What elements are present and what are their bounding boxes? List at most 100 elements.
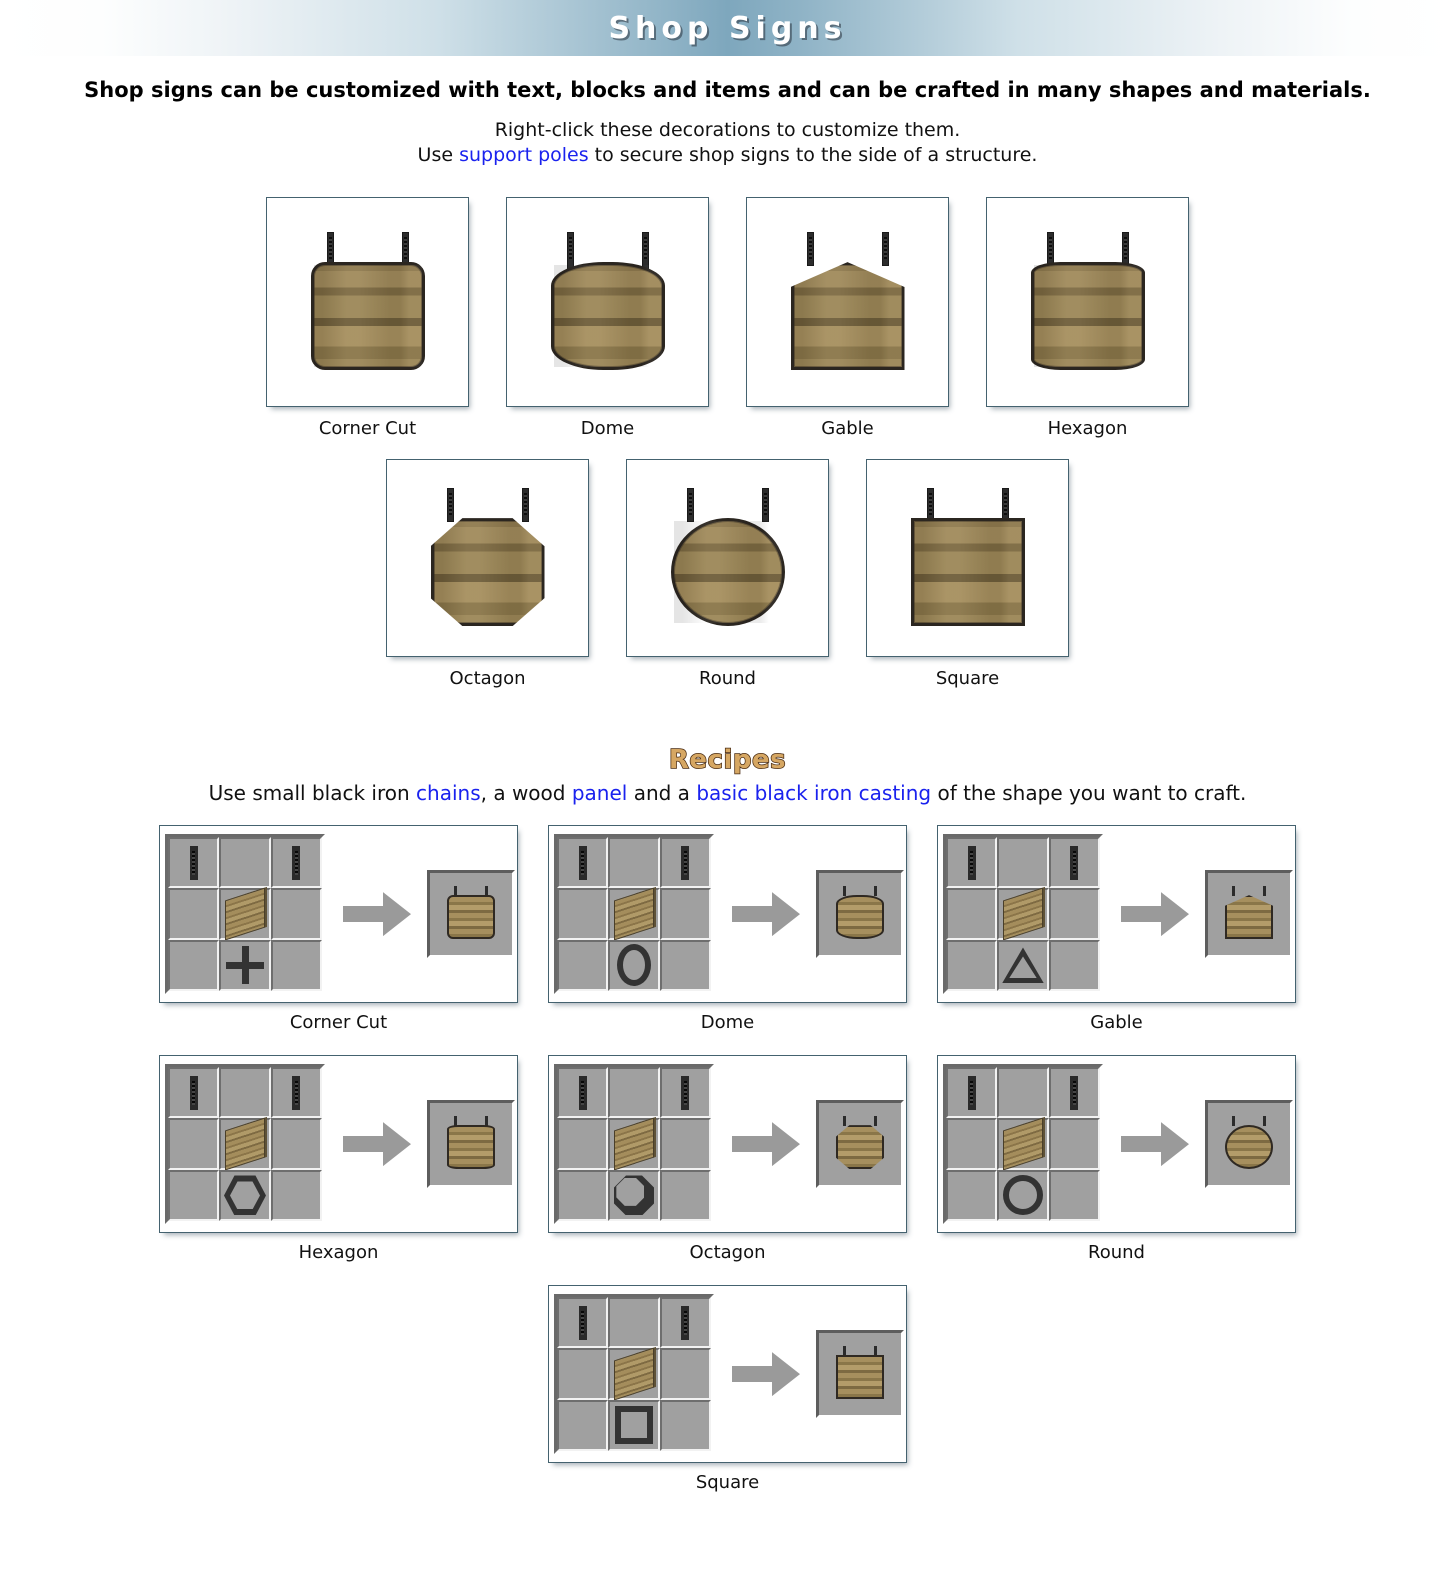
recipe-card-dome[interactable]: Dome bbox=[548, 825, 907, 1033]
grid-cell-2[interactable] bbox=[608, 1297, 660, 1349]
grid-cell-3[interactable] bbox=[1048, 1067, 1100, 1119]
sign-card-dome[interactable]: Dome bbox=[506, 197, 709, 439]
grid-cell-6[interactable] bbox=[270, 888, 322, 940]
grid-cell-6[interactable] bbox=[659, 1118, 711, 1170]
grid-cell-9[interactable] bbox=[270, 1169, 322, 1222]
recipe-result-slot[interactable] bbox=[1205, 870, 1293, 959]
grid-cell-6[interactable] bbox=[270, 1118, 322, 1170]
sign-card-hexagon[interactable]: Hexagon bbox=[986, 197, 1189, 439]
support-poles-link[interactable]: support poles bbox=[459, 144, 589, 166]
grid-cell-9[interactable] bbox=[1048, 939, 1100, 992]
sign-card-square[interactable]: Square bbox=[866, 459, 1069, 689]
grid-cell-3[interactable] bbox=[659, 1067, 711, 1119]
grid-cell-2[interactable] bbox=[997, 837, 1049, 889]
grid-cell-7[interactable] bbox=[557, 1169, 609, 1222]
grid-cell-5[interactable] bbox=[997, 1117, 1049, 1171]
grid-cell-1[interactable] bbox=[557, 1067, 609, 1119]
grid-cell-6[interactable] bbox=[659, 1348, 711, 1400]
grid-cell-2[interactable] bbox=[219, 837, 271, 889]
recipe-card-square[interactable]: Square bbox=[548, 1285, 907, 1493]
grid-cell-4[interactable] bbox=[557, 1348, 609, 1400]
chain-icon bbox=[881, 232, 889, 267]
grid-cell-1[interactable] bbox=[557, 837, 609, 889]
grid-cell-8[interactable] bbox=[608, 1169, 660, 1222]
grid-cell-6[interactable] bbox=[1048, 1118, 1100, 1170]
grid-cell-1[interactable] bbox=[168, 1067, 220, 1119]
grid-cell-9[interactable] bbox=[659, 939, 711, 992]
grid-cell-4[interactable] bbox=[946, 888, 998, 940]
grid-cell-8[interactable] bbox=[608, 1399, 660, 1452]
grid-cell-2[interactable] bbox=[219, 1067, 271, 1119]
grid-cell-9[interactable] bbox=[270, 939, 322, 992]
chains-link[interactable]: chains bbox=[416, 781, 481, 805]
grid-cell-7[interactable] bbox=[168, 939, 220, 992]
grid-cell-8[interactable] bbox=[608, 939, 660, 992]
grid-cell-1[interactable] bbox=[946, 1067, 998, 1119]
plus-casting-icon bbox=[224, 944, 266, 986]
recipe-card-gable[interactable]: Gable bbox=[937, 825, 1296, 1033]
grid-cell-9[interactable] bbox=[659, 1399, 711, 1452]
grid-cell-8[interactable] bbox=[219, 939, 271, 992]
grid-cell-4[interactable] bbox=[168, 888, 220, 940]
grid-cell-6[interactable] bbox=[659, 888, 711, 940]
grid-cell-6[interactable] bbox=[1048, 888, 1100, 940]
sign-image-frame bbox=[746, 197, 949, 408]
crafting-grid[interactable] bbox=[554, 834, 714, 995]
grid-cell-5[interactable] bbox=[608, 887, 660, 941]
grid-cell-5[interactable] bbox=[219, 887, 271, 941]
grid-cell-8[interactable] bbox=[219, 1169, 271, 1222]
recipe-card-round[interactable]: Round bbox=[937, 1055, 1296, 1263]
recipe-card-corner-cut[interactable]: Corner Cut bbox=[159, 825, 518, 1033]
grid-cell-8[interactable] bbox=[997, 939, 1049, 992]
basic-black-iron-casting-link[interactable]: basic black iron casting bbox=[696, 781, 931, 805]
recipe-result-slot[interactable] bbox=[816, 870, 904, 959]
crafting-grid[interactable] bbox=[554, 1294, 714, 1455]
grid-cell-9[interactable] bbox=[1048, 1169, 1100, 1222]
grid-cell-2[interactable] bbox=[997, 1067, 1049, 1119]
crafting-grid[interactable] bbox=[943, 834, 1103, 995]
grid-cell-3[interactable] bbox=[659, 1297, 711, 1349]
crafting-grid[interactable] bbox=[943, 1064, 1103, 1225]
grid-cell-5[interactable] bbox=[608, 1117, 660, 1171]
grid-cell-4[interactable] bbox=[168, 1118, 220, 1170]
grid-cell-5[interactable] bbox=[219, 1117, 271, 1171]
grid-cell-7[interactable] bbox=[168, 1169, 220, 1222]
sign-card-gable[interactable]: Gable bbox=[746, 197, 949, 439]
crafting-grid[interactable] bbox=[165, 1064, 325, 1225]
sign-card-corner-cut[interactable]: Corner Cut bbox=[266, 197, 469, 439]
grid-cell-7[interactable] bbox=[557, 939, 609, 992]
panel-link[interactable]: panel bbox=[572, 781, 628, 805]
crafting-grid[interactable] bbox=[554, 1064, 714, 1225]
grid-cell-4[interactable] bbox=[557, 1118, 609, 1170]
grid-cell-8[interactable] bbox=[997, 1169, 1049, 1222]
grid-cell-7[interactable] bbox=[946, 1169, 998, 1222]
grid-cell-1[interactable] bbox=[557, 1297, 609, 1349]
grid-cell-2[interactable] bbox=[608, 1067, 660, 1119]
grid-cell-1[interactable] bbox=[946, 837, 998, 889]
recipe-result-slot[interactable] bbox=[816, 1330, 904, 1419]
grid-cell-5[interactable] bbox=[608, 1347, 660, 1401]
grid-cell-1[interactable] bbox=[168, 837, 220, 889]
grid-cell-9[interactable] bbox=[659, 1169, 711, 1222]
recipe-result-slot[interactable] bbox=[1205, 1100, 1293, 1189]
grid-cell-3[interactable] bbox=[1048, 837, 1100, 889]
grid-cell-5[interactable] bbox=[997, 887, 1049, 941]
grid-cell-4[interactable] bbox=[946, 1118, 998, 1170]
crafting-grid[interactable] bbox=[165, 834, 325, 995]
grid-cell-7[interactable] bbox=[557, 1399, 609, 1452]
chain-icon bbox=[578, 845, 587, 880]
recipe-card-hexagon[interactable]: Hexagon bbox=[159, 1055, 518, 1263]
recipe-result-slot[interactable] bbox=[816, 1100, 904, 1189]
recipe-card-octagon[interactable]: Octagon bbox=[548, 1055, 907, 1263]
recipe-result-slot[interactable] bbox=[427, 1100, 515, 1189]
sign-card-round[interactable]: Round bbox=[626, 459, 829, 689]
recipe-result-slot[interactable] bbox=[427, 870, 515, 959]
grid-cell-3[interactable] bbox=[659, 837, 711, 889]
grid-cell-3[interactable] bbox=[270, 1067, 322, 1119]
sign-card-octagon[interactable]: Octagon bbox=[386, 459, 589, 689]
grid-cell-7[interactable] bbox=[946, 939, 998, 992]
grid-cell-3[interactable] bbox=[270, 837, 322, 889]
grid-cell-4[interactable] bbox=[557, 888, 609, 940]
sign-image-frame bbox=[986, 197, 1189, 408]
grid-cell-2[interactable] bbox=[608, 837, 660, 889]
